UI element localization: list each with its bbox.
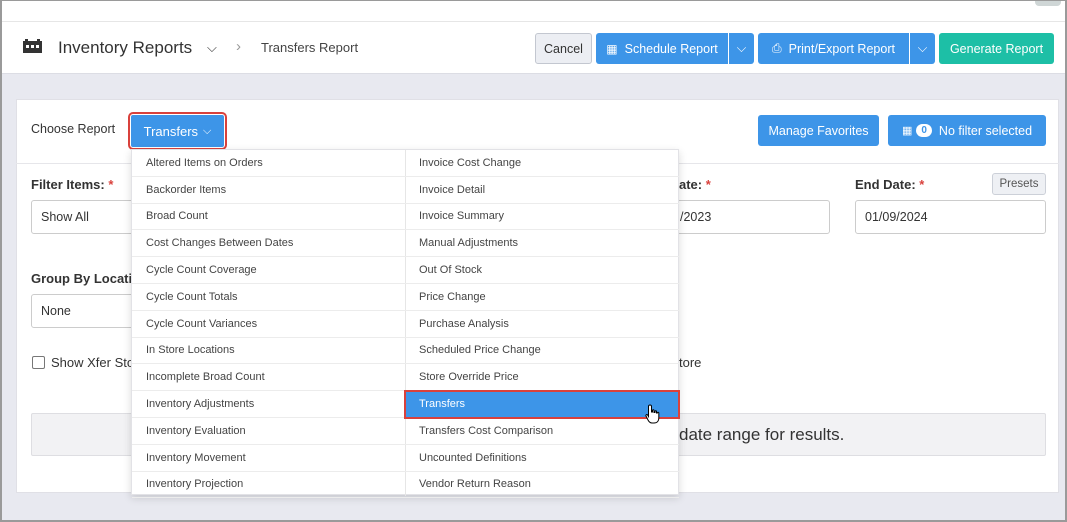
report-menu-column-left: Altered Items on Orders Backorder Items Br… <box>132 150 406 499</box>
section-title[interactable]: Inventory Reports <box>58 38 192 58</box>
window-corner <box>1035 0 1061 6</box>
chevron-down-icon: ⌵ <box>917 41 928 55</box>
report-menu-item[interactable]: Backorder Items <box>132 177 405 204</box>
chevron-down-icon: ⌵ <box>736 41 747 55</box>
report-menu-item[interactable]: Invoice Summary <box>405 204 679 231</box>
start-date-label-text: ate: <box>679 177 703 192</box>
report-menu-item[interactable]: Cycle Count Coverage <box>132 257 405 284</box>
breadcrumb-current: Transfers Report <box>261 40 359 55</box>
report-menu-item[interactable]: Inventory Movement <box>132 445 405 472</box>
filter-items-select[interactable]: Show All <box>31 200 141 234</box>
report-menu-item[interactable]: Manual Adjustments <box>405 230 679 258</box>
report-menu-item[interactable]: In Store Locations <box>132 338 405 365</box>
start-date-input[interactable]: /2023 <box>660 200 830 234</box>
group-by-location-label: Group By Locati <box>31 271 133 286</box>
filter-list-icon: ▦ <box>901 125 913 137</box>
schedule-report-dropdown-button[interactable]: ⌵ <box>729 33 754 64</box>
print-export-dropdown-button[interactable]: ⌵ <box>910 33 935 64</box>
end-date-label: End Date: * <box>855 177 924 192</box>
report-select-button[interactable]: Transfers ⌵ <box>128 112 227 150</box>
generate-report-button[interactable]: Generate Report <box>939 33 1054 64</box>
report-menu-item[interactable]: Scheduled Price Change <box>405 338 679 365</box>
hand-pointer-icon <box>645 404 660 424</box>
manage-favorites-button[interactable]: Manage Favorites <box>758 115 879 146</box>
report-menu-item[interactable]: Inventory Evaluation <box>132 418 405 445</box>
calendar-icon: ▦ <box>606 41 618 56</box>
chevron-down-icon: ⌵ <box>203 124 212 137</box>
required-marker: * <box>108 177 114 192</box>
report-menu-item[interactable]: Purchase Analysis <box>405 311 679 338</box>
report-menu-item[interactable]: Inventory Projection <box>132 472 405 499</box>
report-menu-item[interactable]: Uncounted Definitions <box>405 445 679 472</box>
report-menu-item[interactable]: Inventory Adjustments <box>132 391 405 418</box>
filter-selection-button[interactable]: ▦ 0 No filter selected <box>888 115 1046 146</box>
filter-selection-label: No filter selected <box>938 123 1033 138</box>
report-menu-item[interactable]: Out Of Stock <box>405 257 679 284</box>
required-marker: * <box>919 177 925 192</box>
report-menu-item[interactable]: Store Override Price <box>405 364 679 392</box>
show-xfer-store-checkbox[interactable] <box>32 356 45 369</box>
cancel-button[interactable]: Cancel <box>535 33 592 64</box>
page-header: Inventory Reports ⌵ › Transfers Report C… <box>0 22 1067 74</box>
report-menu-item[interactable]: Invoice Cost Change <box>405 150 679 177</box>
report-menu-item[interactable]: Cycle Count Totals <box>132 284 405 311</box>
chevron-down-icon[interactable]: ⌵ <box>207 40 217 56</box>
calendar-grid-icon <box>23 39 42 53</box>
schedule-report-label: Schedule Report <box>624 41 718 56</box>
report-menu-item[interactable]: Cycle Count Variances <box>132 311 405 338</box>
presets-button[interactable]: Presets <box>992 173 1046 195</box>
store-option-label: tore <box>679 355 702 370</box>
group-by-location-select[interactable]: None <box>31 294 141 328</box>
schedule-report-button[interactable]: ▦ Schedule Report <box>596 33 728 64</box>
start-date-label: ate: * <box>679 177 711 192</box>
report-menu-item[interactable]: Invoice Detail <box>405 177 679 204</box>
report-menu-column-right: Invoice Cost Change Invoice Detail Invoice… <box>404 150 680 499</box>
show-xfer-store-label: Show Xfer Sto <box>51 355 135 370</box>
results-hint-text: date range for results. <box>679 425 845 444</box>
selected-report-label: Transfers <box>143 123 199 139</box>
end-date-label-text: End Date: <box>855 177 916 192</box>
choose-report-label: Choose Report <box>31 122 116 136</box>
filter-count-badge: 0 <box>916 124 932 137</box>
top-strip <box>0 0 1067 22</box>
report-menu-item[interactable]: Incomplete Broad Count <box>132 364 405 392</box>
report-menu-item[interactable]: Altered Items on Orders <box>132 150 405 177</box>
end-date-input[interactable]: 01/09/2024 <box>855 200 1046 234</box>
report-menu-item[interactable]: Price Change <box>405 284 679 311</box>
report-menu-item[interactable]: Broad Count <box>132 204 405 231</box>
report-menu-item[interactable]: Transfers <box>404 390 680 419</box>
report-menu-item[interactable]: Vendor Return Reason <box>405 472 679 499</box>
required-marker: * <box>705 177 711 192</box>
breadcrumb-separator-icon: › <box>236 38 241 55</box>
filter-items-label-text: Filter Items: <box>31 177 105 192</box>
report-dropdown-menu: Altered Items on Orders Backorder Items Br… <box>131 149 680 499</box>
report-menu-item[interactable]: Cost Changes Between Dates <box>132 230 405 258</box>
print-export-label: Print/Export Report <box>788 41 895 56</box>
print-export-button[interactable]: ⎙ Print/Export Report <box>758 33 909 64</box>
report-menu-item[interactable]: Transfers Cost Comparison <box>405 418 679 445</box>
printer-icon: ⎙ <box>772 41 782 55</box>
filter-items-label: Filter Items: * <box>31 177 113 192</box>
